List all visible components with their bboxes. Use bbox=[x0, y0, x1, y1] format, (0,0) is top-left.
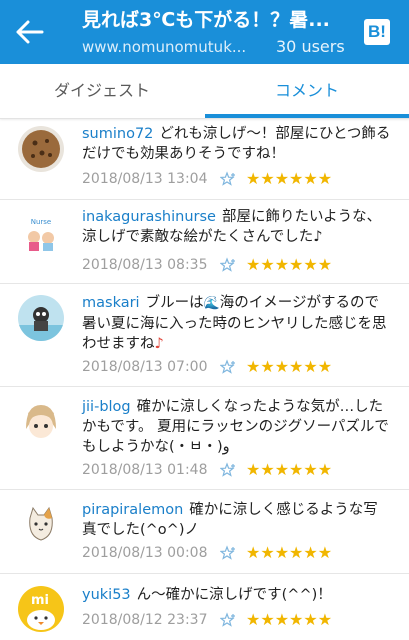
comment-username[interactable]: sumino72 bbox=[82, 126, 153, 142]
comment-username[interactable]: jii-blog bbox=[82, 399, 131, 415]
tab-bar: ダイジェスト コメント bbox=[0, 64, 409, 119]
svg-text:mi: mi bbox=[31, 593, 49, 608]
comment-text-start: ブルーは bbox=[145, 295, 204, 311]
comment-date: 2018/08/13 00:08 bbox=[82, 545, 208, 561]
list-item: sumino72 どれも涼しげ〜！部屋にひとつ飾るだけでも効果ありそうですね！ 2… bbox=[0, 119, 409, 200]
star-rating: ★★★★★★ bbox=[246, 460, 333, 479]
comment-username[interactable]: pirapiralemon bbox=[82, 502, 183, 518]
comment-text: ん〜確かに涼しげです(^^)！ bbox=[136, 587, 332, 603]
page-title: 見れば3℃も下がる！？暑... bbox=[82, 9, 330, 31]
add-star-icon[interactable] bbox=[220, 257, 238, 273]
add-star-icon[interactable] bbox=[220, 612, 238, 628]
avatar[interactable] bbox=[18, 126, 64, 172]
comment-date: 2018/08/13 13:04 bbox=[82, 171, 208, 187]
avatar[interactable] bbox=[18, 399, 64, 445]
comment-username[interactable]: maskari bbox=[82, 295, 140, 311]
comment-username[interactable]: yuki53 bbox=[82, 587, 131, 603]
list-item: maskari ブルーは🌊海のイメージがするので暑い夏に海に入った時のヒンヤリした… bbox=[0, 284, 409, 387]
wave-emoji: 🌊 bbox=[203, 296, 220, 311]
star-rating: ★★★★★★ bbox=[246, 357, 333, 376]
list-item: pirapiralemon 確かに涼しく感じるような写真でした(^o^)ノ 201… bbox=[0, 490, 409, 574]
add-star-icon[interactable] bbox=[220, 545, 238, 561]
hatena-bookmark-icon[interactable]: B! bbox=[364, 19, 390, 45]
tab-digest[interactable]: ダイジェスト bbox=[0, 64, 204, 118]
svg-text:Nurse: Nurse bbox=[31, 218, 52, 226]
active-tab-indicator bbox=[205, 114, 409, 118]
list-item: mi yuki53 ん〜確かに涼しげです(^^)！ 2018/08/12 23:3… bbox=[0, 574, 409, 640]
comment-list[interactable]: sumino72 どれも涼しげ〜！部屋にひとつ飾るだけでも効果ありそうですね！ 2… bbox=[0, 119, 409, 640]
star-rating: ★★★★★★ bbox=[246, 610, 333, 629]
comment-date: 2018/08/12 23:37 bbox=[82, 612, 208, 628]
add-star-icon[interactable] bbox=[220, 171, 238, 187]
comment-date: 2018/08/13 01:48 bbox=[82, 462, 208, 478]
list-item: Nurse inakagurashinurse 部屋に飾りたいような、涼しげで素敵… bbox=[0, 200, 409, 284]
comment-username[interactable]: inakagurashinurse bbox=[82, 209, 216, 225]
comment-date: 2018/08/13 07:00 bbox=[82, 359, 208, 375]
app-bar: 見れば3℃も下がる！？暑... www.nomunomutuk... 30 us… bbox=[0, 0, 409, 64]
page-url[interactable]: www.nomunomutuk... bbox=[82, 36, 260, 58]
avatar[interactable]: Nurse bbox=[18, 210, 64, 256]
back-arrow-icon[interactable] bbox=[14, 18, 46, 46]
users-count[interactable]: 30 users bbox=[276, 36, 356, 58]
star-rating: ★★★★★★ bbox=[246, 543, 333, 562]
add-star-icon[interactable] bbox=[220, 462, 238, 478]
tab-comments[interactable]: コメント bbox=[205, 64, 409, 118]
avatar[interactable]: mi bbox=[18, 586, 64, 632]
star-rating: ★★★★★★ bbox=[246, 169, 333, 188]
avatar[interactable] bbox=[18, 295, 64, 341]
avatar[interactable] bbox=[18, 502, 64, 548]
add-star-icon[interactable] bbox=[220, 359, 238, 375]
comment-date: 2018/08/13 08:35 bbox=[82, 257, 208, 273]
list-item: jii-blog 確かに涼しくなったような気が…したかもです。 夏用にラッセンのジ… bbox=[0, 387, 409, 490]
star-rating: ★★★★★★ bbox=[246, 255, 333, 274]
note-emoji: ♪ bbox=[154, 336, 164, 352]
